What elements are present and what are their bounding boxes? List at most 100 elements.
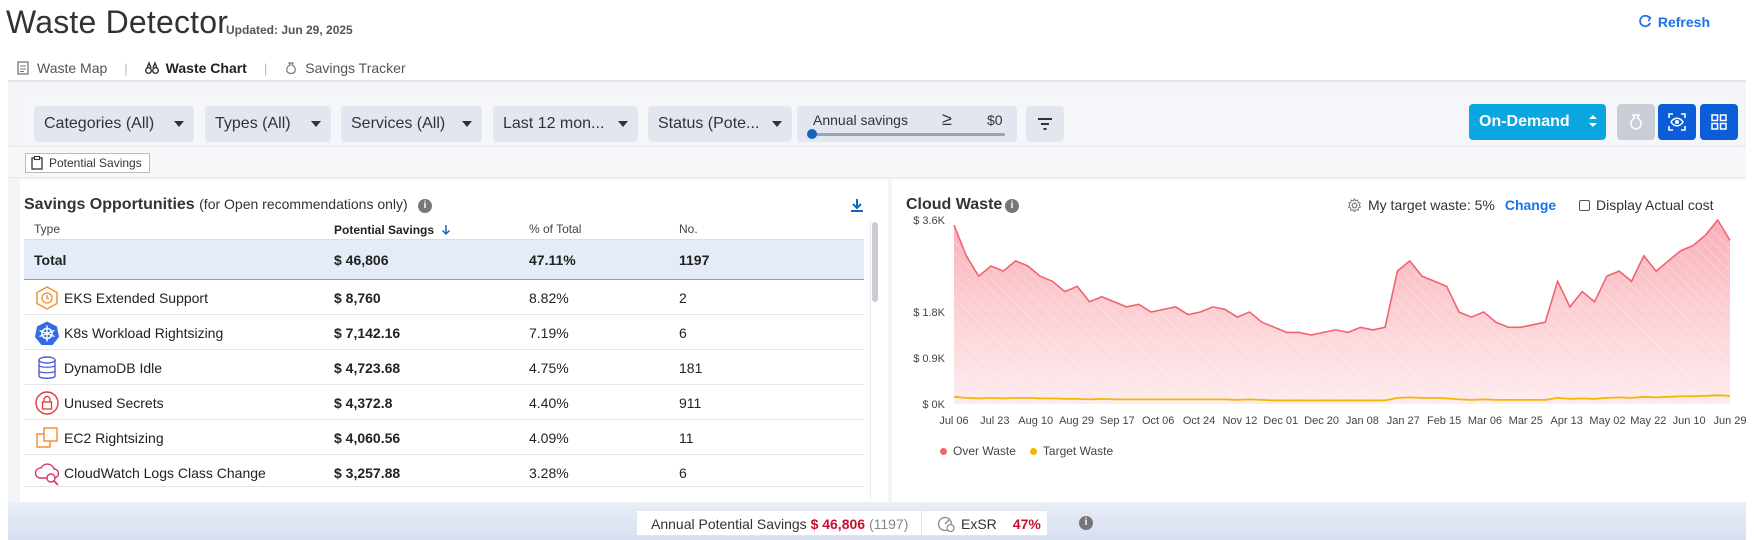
tab-label: Waste Map xyxy=(37,60,108,76)
table-scrollbar[interactable] xyxy=(872,222,878,302)
binoculars-icon xyxy=(144,61,159,74)
x-tick-label: Aug 10 xyxy=(1018,415,1053,427)
x-tick-label: Oct 06 xyxy=(1142,415,1174,427)
total-pct: 47.11% xyxy=(529,252,576,268)
table-row[interactable]: EKS Extended Support $ 8,760 8.82% 2 xyxy=(24,280,864,315)
over-waste-hatch xyxy=(954,220,1730,404)
slider-handle[interactable] xyxy=(807,129,817,139)
pricing-value: On-Demand xyxy=(1479,113,1570,130)
row-type: K8s Workload Rightsizing xyxy=(64,325,224,341)
table-header: Type Potential Savings % of Total No. xyxy=(24,218,864,240)
total-savings: $ 46,806 xyxy=(334,252,389,268)
x-tick-label: Jan 08 xyxy=(1346,415,1379,427)
refresh-button[interactable]: Refresh xyxy=(1638,14,1710,30)
grid-view-button[interactable] xyxy=(1700,104,1738,140)
refresh-icon xyxy=(1639,15,1652,28)
status-filter[interactable]: Status (Pote... xyxy=(648,106,792,142)
money-bag-icon xyxy=(286,62,297,75)
x-tick-label: May 02 xyxy=(1589,415,1625,427)
info-icon[interactable]: i xyxy=(418,199,432,213)
visibility-toggle-button[interactable] xyxy=(1658,104,1696,140)
slider-track[interactable] xyxy=(811,133,1005,136)
column-header-type[interactable]: Type xyxy=(34,222,60,236)
services-filter[interactable]: Services (All) xyxy=(341,106,482,142)
period-filter[interactable]: Last 12 mon... xyxy=(493,106,638,142)
summary-footer: Annual Potential Savings $ 46,806 (1197)… xyxy=(8,502,1746,540)
annual-label: Annual Potential Savings xyxy=(651,516,807,532)
potential-savings-chip[interactable]: Potential Savings xyxy=(25,153,150,173)
filter-label: Categories (All) xyxy=(44,115,155,132)
row-savings: $ 4,372.8 xyxy=(334,395,393,411)
eks-icon xyxy=(36,286,58,310)
row-type: EKS Extended Support xyxy=(64,290,208,306)
chevron-down-icon xyxy=(462,121,472,127)
row-count: 11 xyxy=(679,430,694,446)
chart-legend: Over Waste Target Waste xyxy=(940,444,1113,458)
row-type: Unused Secrets xyxy=(64,395,164,411)
app-title: Waste Detector xyxy=(6,4,229,40)
total-count: 1197 xyxy=(679,252,710,268)
pricing-select[interactable]: On-Demand xyxy=(1469,104,1606,140)
table-row[interactable]: Unused Secrets $ 4,372.8 4.40% 911 xyxy=(24,385,864,420)
exsr-gauge-icon xyxy=(937,516,955,532)
categories-filter[interactable]: Categories (All) xyxy=(34,106,194,142)
kubernetes-icon xyxy=(35,321,59,345)
legend-item-over-waste[interactable]: Over Waste xyxy=(940,444,1016,458)
download-button[interactable] xyxy=(850,198,864,217)
divider xyxy=(921,511,922,535)
x-tick-label: Nov 12 xyxy=(1222,415,1257,427)
annual-potential-savings: Annual Potential Savings $ 46,806 (1197) xyxy=(651,516,908,532)
summary-box: Annual Potential Savings $ 46,806 (1197)… xyxy=(636,510,1048,536)
types-filter[interactable]: Types (All) xyxy=(205,106,331,142)
refresh-label: Refresh xyxy=(1657,14,1710,30)
row-pct: 8.82% xyxy=(529,290,569,306)
x-tick-label: Jan 27 xyxy=(1387,415,1420,427)
chevron-down-icon xyxy=(772,121,782,127)
exsr-metric: ExSR 47% xyxy=(937,516,1041,532)
y-tick-label: $ 1.8K xyxy=(913,307,945,319)
content-frame: Categories (All) Types (All) Services (A… xyxy=(8,80,1754,540)
advanced-filter-button[interactable] xyxy=(1026,106,1064,142)
dynamodb-icon xyxy=(38,356,56,379)
table-row[interactable]: K8s Workload Rightsizing $ 7,142.16 7.19… xyxy=(24,315,864,350)
table-row[interactable]: DynamoDB Idle $ 4,723.68 4.75% 181 xyxy=(24,350,864,385)
annual-savings-slider[interactable]: Annual savings ≥ $0 xyxy=(797,106,1017,142)
panel-subtitle: (for Open recommendations only) xyxy=(199,196,408,212)
table-row-total[interactable]: Total $ 46,806 47.11% 1197 xyxy=(24,240,864,280)
info-icon[interactable]: i xyxy=(1079,516,1093,530)
legend-item-target-waste[interactable]: Target Waste xyxy=(1029,444,1113,458)
clipboard-icon xyxy=(31,156,43,170)
annual-savings-operator[interactable]: ≥ xyxy=(942,109,952,130)
column-header-pct[interactable]: % of Total xyxy=(529,222,581,236)
updated-timestamp: Updated: Jun 29, 2025 xyxy=(226,23,353,37)
row-pct: 3.28% xyxy=(529,465,569,481)
tab-divider: | xyxy=(263,60,268,76)
row-type: EC2 Rightsizing xyxy=(64,430,164,446)
row-savings: $ 4,060.56 xyxy=(334,430,401,446)
x-tick-label: Jul 06 xyxy=(939,415,968,427)
panel-title-text: Savings Opportunities xyxy=(24,196,195,213)
annual-count: (1197) xyxy=(868,516,909,532)
column-header-savings[interactable]: Potential Savings xyxy=(334,222,451,237)
download-icon xyxy=(851,199,863,212)
x-tick-label: Dec 20 xyxy=(1304,415,1339,427)
panel-title: Savings Opportunities (for Open recommen… xyxy=(24,196,408,214)
annual-savings-label: Annual savings xyxy=(813,112,908,128)
cloud-waste-chart: $ 0K $ 0.9K $ 1.8K $ 3.6K Jul 06 Jul 23 Aug 1… xyxy=(913,215,1746,427)
table-row[interactable]: EC2 Rightsizing $ 4,060.56 4.09% 11 xyxy=(24,420,864,455)
cost-type-button[interactable] xyxy=(1617,104,1655,140)
table-row[interactable]: CloudWatch Logs Class Change $ 3,257.88 … xyxy=(24,455,864,487)
chevron-down-icon xyxy=(174,121,184,127)
annual-amount: $ 46,806 xyxy=(810,516,866,532)
chevron-down-icon xyxy=(311,121,321,127)
cloudwatch-icon xyxy=(34,463,60,486)
opportunities-table: Type Potential Savings % of Total No. To… xyxy=(24,218,864,487)
row-pct: 4.40% xyxy=(529,395,569,411)
column-header-count[interactable]: No. xyxy=(679,222,698,236)
x-tick-label: Apr 13 xyxy=(1550,415,1582,427)
x-tick-label: Jul 23 xyxy=(980,415,1009,427)
exsr-label: ExSR xyxy=(961,516,997,532)
money-bag-icon xyxy=(1630,114,1642,130)
row-pct: 7.19% xyxy=(529,325,569,341)
legend-label: Over Waste xyxy=(953,444,1016,458)
